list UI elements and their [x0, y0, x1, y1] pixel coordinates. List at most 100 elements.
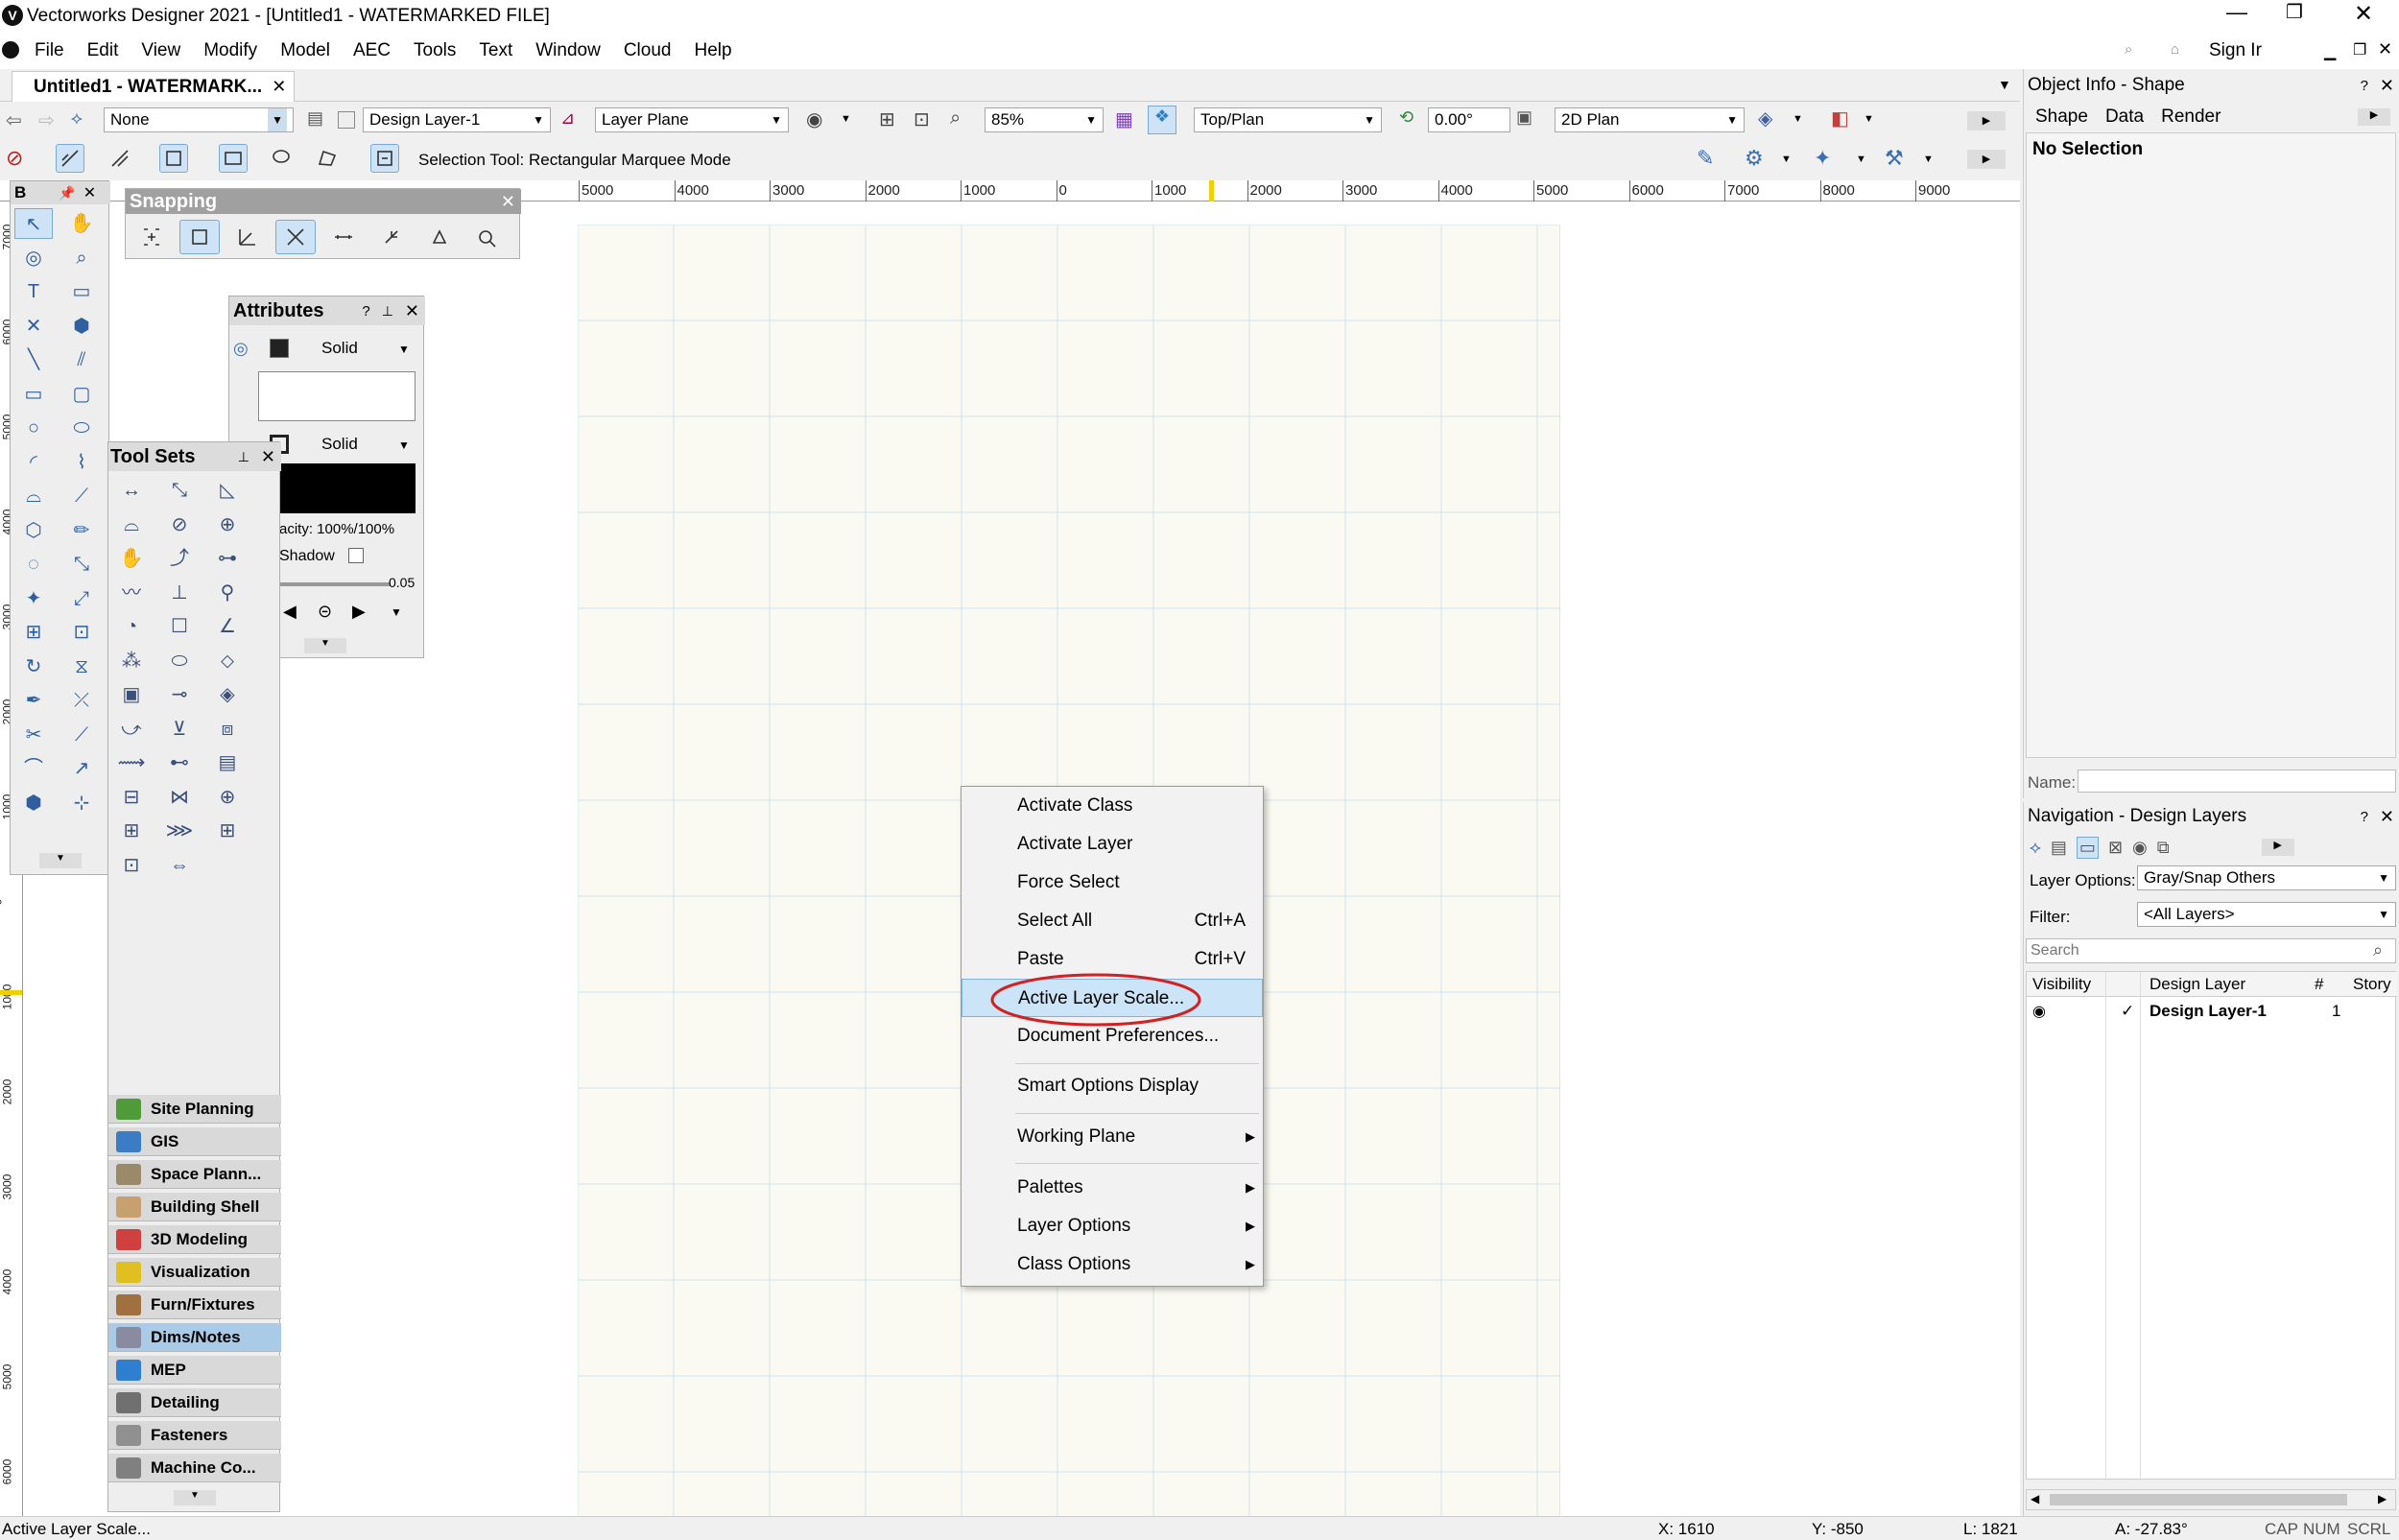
scroll-left-icon[interactable]: ◀	[2031, 1492, 2039, 1505]
menu-aec[interactable]: AEC	[353, 40, 391, 61]
arrow-start-icon[interactable]: ◀	[283, 602, 297, 622]
tool-set-tool-icon[interactable]: ⊕	[208, 509, 247, 540]
document-tab[interactable]: Untitled1 - WATERMARK... ✕	[12, 71, 296, 102]
class-select[interactable]: None ▼	[104, 107, 294, 132]
nav-sheet-layers-icon[interactable]: ▭	[2076, 836, 2099, 859]
basic-tool-icon[interactable]: ◎	[14, 243, 53, 273]
projection-dropdown-icon[interactable]: ▼	[1793, 113, 1803, 125]
tab-data[interactable]: Data	[2105, 107, 2144, 128]
menu-item-select-all[interactable]: Select All Ctrl+A	[962, 902, 1263, 940]
rotation-icon[interactable]: ⟲	[1399, 107, 1413, 128]
basic-tool-icon[interactable]: ⊹	[62, 788, 101, 818]
nav-layers-icon[interactable]: ▤	[2051, 838, 2067, 858]
basic-tool-icon[interactable]: ⧖	[62, 652, 101, 682]
tool-set-tool-icon[interactable]: ☐	[160, 611, 199, 642]
pen-style-select[interactable]: Solid	[321, 435, 358, 454]
nav-views-icon[interactable]: ◉	[2132, 838, 2148, 858]
tool-set-tool-icon[interactable]: ∠	[208, 611, 247, 642]
nav-expand-icon[interactable]: ▶	[2261, 839, 2294, 856]
basic-palette-collapse-icon[interactable]: ▼	[39, 853, 82, 868]
basic-tool-icon[interactable]: ╲	[14, 344, 53, 375]
object-settings-dropdown-icon[interactable]: ▼	[1923, 154, 1934, 165]
basic-tool-icon[interactable]: ⌕	[62, 243, 101, 273]
wand-dropdown-icon[interactable]: ▼	[1856, 154, 1866, 165]
menu-cloud[interactable]: Cloud	[624, 40, 672, 61]
object-info-expand-icon[interactable]: ▶	[2358, 108, 2390, 126]
tool-set-tool-icon[interactable]: ⊘	[160, 509, 199, 540]
layer-search-input[interactable]	[2026, 938, 2396, 963]
sign-in-link[interactable]: Sign Ir	[2209, 40, 2262, 61]
tool-set-tool-icon[interactable]: ▣	[112, 679, 151, 710]
basic-tool-icon[interactable]: ↗	[62, 753, 101, 784]
tool-set-tool-icon[interactable]: ⬦	[208, 646, 247, 676]
menu-model[interactable]: Model	[280, 40, 330, 61]
tool-set-tool-icon[interactable]: ⊻	[160, 714, 199, 745]
tool-set-tool-icon[interactable]: ⬭	[160, 646, 199, 676]
tool-set-tool-icon[interactable]: ◔	[112, 611, 151, 642]
pin-icon[interactable]: 📌	[59, 185, 75, 201]
tab-shape[interactable]: Shape	[2035, 107, 2088, 128]
tab-render[interactable]: Render	[2161, 107, 2221, 128]
menu-window[interactable]: Window	[535, 40, 601, 61]
menu-view[interactable]: View	[141, 40, 180, 61]
basic-tool-icon[interactable]: ✦	[14, 583, 53, 614]
snap-grid-icon[interactable]	[131, 220, 172, 254]
basic-tool-icon[interactable]: ⌇	[62, 447, 101, 478]
zoom-objects-icon[interactable]: ⊡	[914, 107, 930, 131]
menu-tools[interactable]: Tools	[414, 40, 456, 61]
basic-tool-icon[interactable]: ⊞	[14, 617, 53, 648]
restore-button[interactable]: ❐	[2272, 0, 2316, 29]
search-icon[interactable]: ⌕	[2125, 41, 2132, 58]
basic-tool-icon[interactable]: ▭	[14, 379, 53, 410]
attributes-collapse-icon[interactable]: ▼	[304, 638, 346, 653]
pin-attributes-icon[interactable]: ⊥	[382, 303, 393, 320]
doc-restore-button[interactable]: ❐	[2353, 40, 2366, 59]
basic-tool-icon[interactable]: ○	[14, 413, 53, 443]
basic-tool-icon[interactable]: ⬢	[62, 311, 101, 342]
settings-gear-icon[interactable]: ⚙	[1745, 146, 1764, 171]
tool-set-tool-icon[interactable]: ⋈	[160, 782, 199, 813]
basic-tool-icon[interactable]: ⌓	[14, 481, 53, 511]
tab-list-dropdown-icon[interactable]: ▼	[1998, 77, 2011, 92]
basic-tool-icon[interactable]: ⬢	[14, 788, 53, 818]
layer-color-icon[interactable]	[338, 111, 355, 129]
tool-set-tool-icon[interactable]: 〰	[112, 578, 151, 608]
render-select[interactable]: 2D Plan ▼	[1555, 107, 1745, 132]
tool-set-tool-icon[interactable]: ⊟	[112, 782, 151, 813]
layer-plane-icon[interactable]: ⊿	[560, 108, 575, 129]
col-story[interactable]: Story	[2353, 975, 2391, 994]
pen-style-dropdown-icon[interactable]: ▼	[398, 438, 410, 452]
plane-select[interactable]: Layer Plane ▼	[595, 107, 789, 132]
name-field[interactable]	[2078, 770, 2396, 793]
back-arrow-icon[interactable]: ⇦	[6, 108, 22, 132]
tool-set-tool-icon[interactable]: ◈	[208, 679, 247, 710]
basic-tool-icon[interactable]: ⤢	[62, 583, 101, 614]
menu-item-class-options[interactable]: Class Options ▶	[962, 1245, 1263, 1284]
link-icon[interactable]: ⊝	[318, 602, 332, 622]
tool-set-tool-icon[interactable]: ⚲	[208, 578, 247, 608]
basic-tool-icon[interactable]: ⊡	[62, 617, 101, 648]
basic-tool-icon[interactable]: ⬡	[14, 515, 53, 546]
selection-mode-1-icon[interactable]	[56, 144, 84, 173]
col-visibility[interactable]: Visibility	[2032, 975, 2091, 994]
tool-set-tool-icon[interactable]: ✋	[112, 543, 151, 574]
selection-mode-2-icon[interactable]	[106, 144, 134, 173]
fill-color-icon[interactable]: ◎	[233, 339, 249, 359]
tool-set-tool-icon[interactable]: ⤴	[160, 543, 199, 574]
tool-set-tool-icon[interactable]: ⇔	[160, 850, 199, 881]
tool-category-visualization[interactable]: Visualization	[108, 1258, 281, 1287]
tool-category-space-plann[interactable]: Space Plann...	[108, 1160, 281, 1189]
tool-bar-expand-icon[interactable]: ▶	[1967, 150, 2006, 169]
tool-set-tool-icon[interactable]: ◺	[208, 475, 247, 506]
tool-category-mep[interactable]: MEP	[108, 1356, 281, 1385]
tool-set-tool-icon[interactable]: ⤡	[160, 475, 199, 506]
basic-tool-icon[interactable]: ⫽	[62, 344, 101, 375]
menu-item-smart-options-display[interactable]: Smart Options Display	[962, 1067, 1263, 1105]
menu-edit[interactable]: Edit	[87, 40, 119, 61]
fill-style-select[interactable]: Solid	[321, 339, 358, 358]
menu-item-layer-options[interactable]: Layer Options ▶	[962, 1207, 1263, 1245]
view-bar-expand-icon[interactable]: ▶	[1967, 111, 2006, 130]
tool-set-tool-icon[interactable]: ⋙	[160, 816, 199, 846]
render-mode-icon[interactable]: ▣	[1516, 107, 1532, 128]
minimize-button[interactable]: —	[2215, 0, 2259, 29]
